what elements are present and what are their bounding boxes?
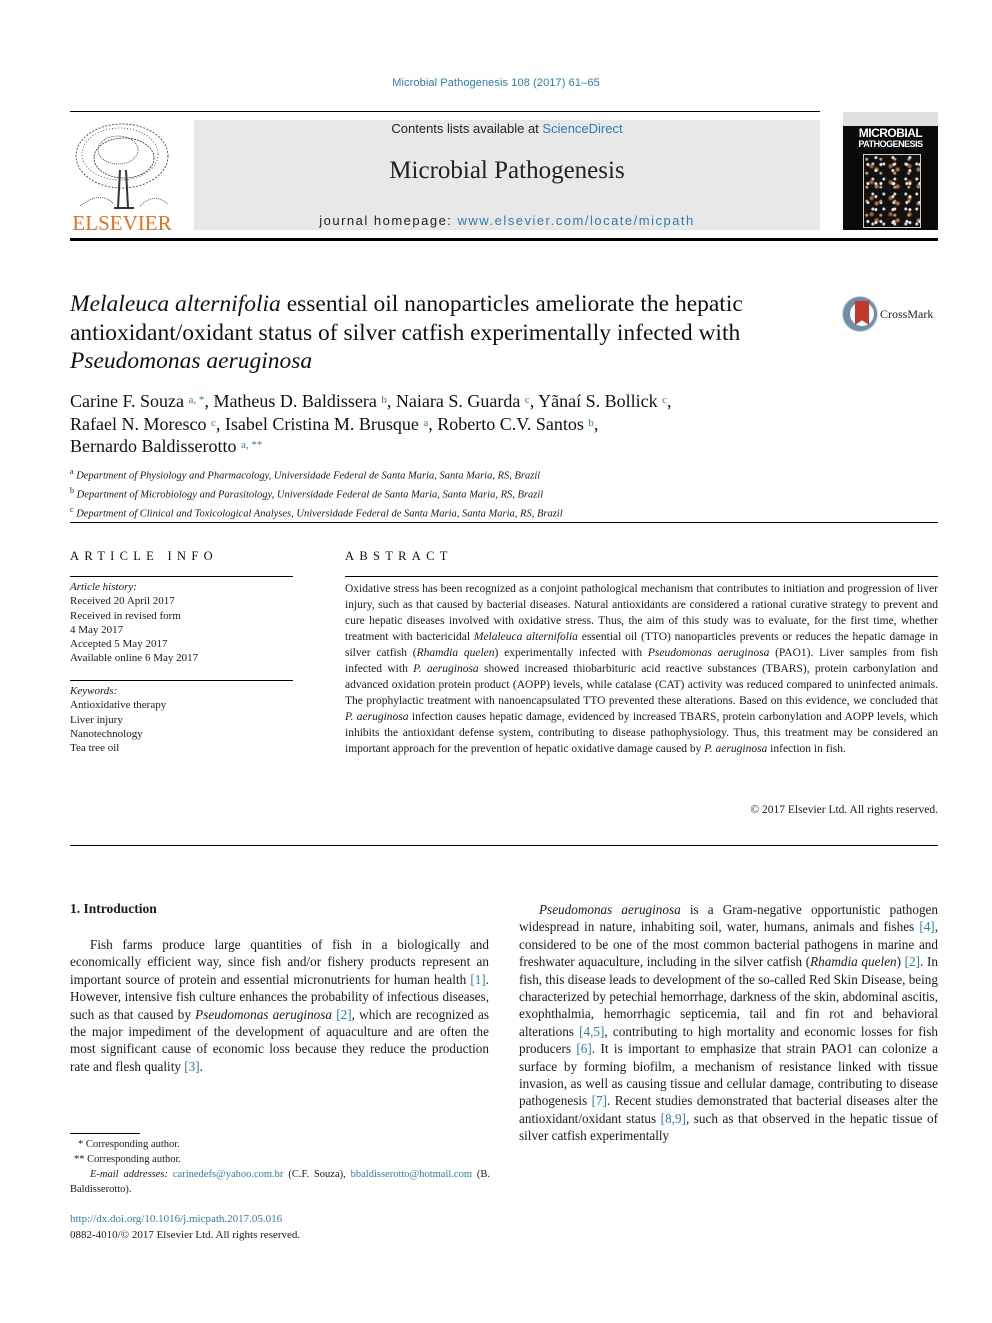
footnotes: * Corresponding author. ** Corresponding… — [70, 1137, 490, 1197]
title-italic-2: Pseudomonas aeruginosa — [70, 348, 313, 374]
body-column-right: Pseudomonas aeruginosa is a Gram-negativ… — [519, 901, 938, 1145]
thick-rule — [70, 238, 938, 241]
keywords: Keywords: Antioxidative therapy Liver in… — [70, 684, 300, 755]
article-history: Article history: Received 20 April 2017 … — [70, 580, 300, 666]
contents-line: Contents lists available at ScienceDirec… — [194, 121, 820, 136]
history-item: Accepted 5 May 2017 — [70, 638, 168, 651]
header-rule — [70, 111, 820, 112]
email-link[interactable]: carinedefs@yahoo.com.br — [173, 1169, 284, 1180]
history-label: Article history: — [70, 581, 137, 593]
cover-top-strip — [843, 112, 938, 126]
abstract-rule — [345, 576, 938, 577]
author-name[interactable]: Yãnaí S. Bollick — [538, 391, 658, 411]
citation-link[interactable]: [8,9] — [661, 1111, 686, 1126]
keywords-label: Keywords: — [70, 685, 118, 697]
author-name[interactable]: Rafael N. Moresco — [70, 414, 206, 434]
footnote-corresponding-1: * Corresponding author. — [78, 1139, 180, 1150]
author-affiliation-marker[interactable]: b — [588, 417, 594, 429]
homepage-link[interactable]: www.elsevier.com/locate/micpath — [458, 213, 695, 228]
history-item: Available online 6 May 2017 — [70, 652, 199, 665]
citation-link[interactable]: [6] — [576, 1041, 591, 1056]
journal-homepage: journal homepage: www.elsevier.com/locat… — [194, 213, 820, 228]
keyword: Antioxidative therapy — [70, 699, 167, 712]
abstract-text: Oxidative stress has been recognized as … — [345, 583, 939, 755]
keywords-rule — [70, 680, 293, 681]
keyword: Nanotechnology — [70, 727, 143, 740]
footnote-corresponding-2: ** Corresponding author. — [74, 1154, 182, 1165]
contents-prefix: Contents lists available at — [391, 121, 543, 136]
citation-link[interactable]: [4,5] — [579, 1024, 604, 1039]
author-name[interactable]: Naiara S. Guarda — [396, 391, 520, 411]
article-title: Melaleuca alternifolia essential oil nan… — [70, 290, 830, 376]
abstract-end-rule — [70, 845, 938, 846]
cover-image — [863, 154, 921, 228]
crossmark-badge[interactable]: CrossMark — [840, 296, 940, 334]
paragraph: Pseudomonas aeruginosa is a Gram-negativ… — [519, 902, 939, 1144]
section-heading-introduction: 1. Introduction — [70, 901, 157, 916]
journal-banner: Contents lists available at ScienceDirec… — [194, 120, 820, 230]
cover-line2: PATHOGENESIS — [858, 139, 923, 149]
svg-text:ELSEVIER: ELSEVIER — [72, 211, 171, 232]
keyword: Liver injury — [70, 713, 123, 726]
issn-copyright: 0882-4010/© 2017 Elsevier Ltd. All right… — [70, 1229, 301, 1241]
author-name[interactable]: Carine F. Souza — [70, 391, 184, 411]
crossmark-icon — [842, 296, 878, 332]
affiliation: a Department of Physiology and Pharmacol… — [70, 467, 541, 482]
journal-title: Microbial Pathogenesis — [389, 157, 625, 184]
abstract-heading: ABSTRACT — [345, 549, 453, 563]
author-name[interactable]: Matheus D. Baldissera — [213, 391, 376, 411]
section-rule — [70, 522, 938, 523]
affiliation: b Department of Microbiology and Parasit… — [70, 486, 544, 501]
elsevier-logo[interactable]: ELSEVIER — [70, 120, 174, 235]
author-affiliation-marker[interactable]: b — [381, 394, 387, 406]
citation-link[interactable]: [4] — [919, 919, 934, 934]
author-name[interactable]: Isabel Cristina M. Brusque — [225, 414, 419, 434]
cover-title: MICROBIAL PATHOGENESIS — [843, 126, 938, 150]
body-column-left: Fish farms produce large quantities of f… — [70, 936, 489, 1075]
homepage-prefix: journal homepage: — [319, 213, 458, 228]
footnote-rule — [70, 1133, 140, 1134]
author-name[interactable]: Roberto C.V. Santos — [437, 414, 584, 434]
history-item: 4 May 2017 — [70, 623, 124, 636]
article-info-rule — [70, 576, 293, 577]
author-affiliation-marker[interactable]: c — [211, 417, 216, 429]
doi-block: http://dx.doi.org/10.1016/j.micpath.2017… — [70, 1211, 300, 1243]
author-affiliation-marker[interactable]: a, ** — [241, 439, 262, 451]
keyword: Tea tree oil — [70, 742, 120, 755]
affiliations: a Department of Physiology and Pharmacol… — [70, 465, 930, 523]
citation-link[interactable]: [7] — [592, 1093, 607, 1108]
footnote-emails: E-mail addresses: carinedefs@yahoo.com.b… — [70, 1169, 491, 1195]
doi-link[interactable]: http://dx.doi.org/10.1016/j.micpath.2017… — [70, 1213, 282, 1225]
affiliation: c Department of Clinical and Toxicologic… — [70, 505, 563, 520]
citation-link[interactable]: [2] — [336, 1007, 351, 1022]
crossmark-label: CrossMark — [880, 307, 934, 321]
running-header[interactable]: Microbial Pathogenesis 108 (2017) 61–65 — [0, 77, 992, 89]
author-affiliation-marker[interactable]: c — [525, 394, 530, 406]
email-link[interactable]: bbaldisserotto@hotmail.com — [351, 1169, 472, 1180]
title-italic: Melaleuca alternifolia — [70, 291, 281, 317]
sciencedirect-link[interactable]: ScienceDirect — [542, 121, 622, 136]
history-item: Received 20 April 2017 — [70, 595, 175, 608]
author-affiliation-marker[interactable]: a, * — [189, 394, 205, 406]
abstract-copyright: © 2017 Elsevier Ltd. All rights reserved… — [750, 804, 938, 816]
author-affiliation-marker[interactable]: c — [662, 394, 667, 406]
citation-link[interactable]: [1] — [470, 972, 485, 987]
elsevier-tree-icon: ELSEVIER — [70, 120, 174, 235]
paragraph: Fish farms produce large quantities of f… — [70, 937, 490, 1074]
citation-link[interactable]: [3] — [184, 1059, 199, 1074]
history-item: Received in revised form — [70, 609, 181, 622]
author-name[interactable]: Bernardo Baldisserotto — [70, 436, 236, 456]
author-list: Carine F. Souza a, *, Matheus D. Baldiss… — [70, 391, 672, 456]
cover-line1: MICROBIAL — [858, 126, 923, 140]
author-affiliation-marker[interactable]: a — [423, 417, 428, 429]
citation-link[interactable]: [2] — [905, 954, 920, 969]
journal-cover[interactable]: MICROBIAL PATHOGENESIS — [843, 112, 938, 230]
article-info-heading: ARTICLE INFO — [70, 549, 218, 563]
